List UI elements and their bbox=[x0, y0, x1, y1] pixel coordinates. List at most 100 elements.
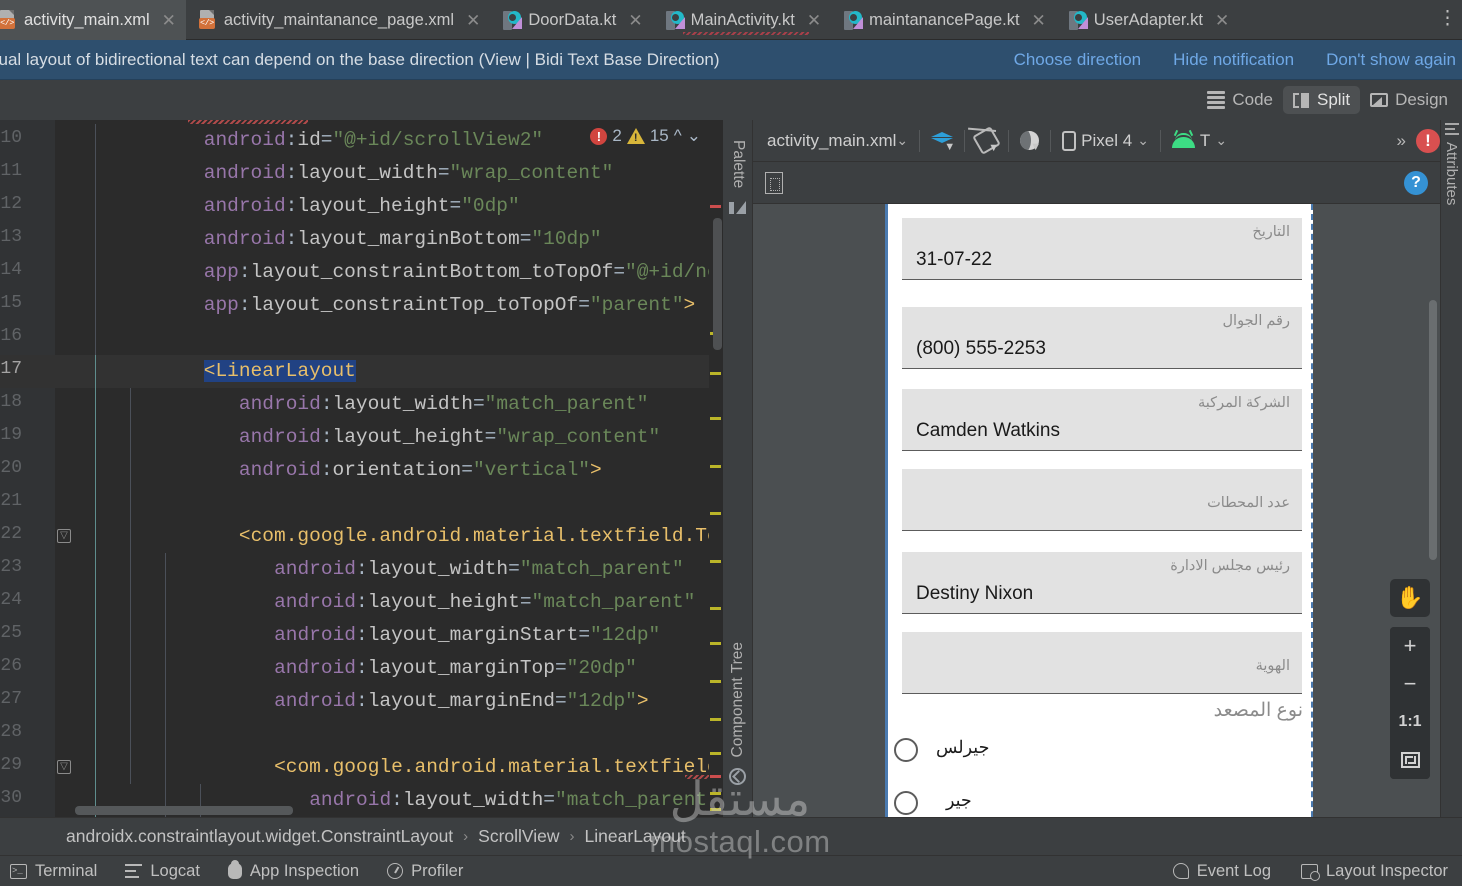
zoom-out-button[interactable]: − bbox=[1390, 665, 1430, 703]
inspection-widget[interactable]: ! 2 15 ^ ⌄ bbox=[590, 126, 701, 146]
editor-horizontal-scrollbar[interactable] bbox=[75, 806, 293, 815]
line-number[interactable]: 26 bbox=[0, 656, 22, 676]
close-icon[interactable]: ✕ bbox=[162, 12, 176, 29]
prev-problem-icon[interactable]: ^ bbox=[674, 126, 682, 146]
editor-marker[interactable] bbox=[710, 607, 721, 610]
locale-selector[interactable]: T ⌄ bbox=[1171, 129, 1227, 151]
editor-marker[interactable] bbox=[710, 808, 721, 811]
statusbar-item-event-log[interactable]: Event Log bbox=[1172, 862, 1271, 881]
line-number[interactable]: 12 bbox=[0, 194, 22, 214]
line-number[interactable]: 19 bbox=[0, 425, 22, 445]
tab-overflow-menu-icon[interactable]: ⋮ bbox=[1438, 9, 1457, 29]
editor-tab-useradapter-kt[interactable]: UserAdapter.kt ✕ bbox=[1056, 0, 1239, 40]
line-number[interactable]: 24 bbox=[0, 590, 22, 610]
code-line[interactable]: <com.google.android.material.textfield bbox=[274, 751, 719, 784]
code-line[interactable]: android:layout_marginStart="12dp" bbox=[274, 619, 660, 652]
statusbar-item-terminal[interactable]: >_ Terminal bbox=[10, 862, 97, 881]
code-line[interactable]: android:orientation="vertical"> bbox=[239, 454, 602, 487]
breadcrumb-item[interactable]: ScrollView bbox=[478, 826, 559, 847]
preview-text-field[interactable]: رئيس مجلس الادارة Destiny Nixon bbox=[902, 552, 1302, 614]
code-line[interactable]: android:layout_height="wrap_content" bbox=[239, 421, 660, 454]
line-number[interactable]: 11 bbox=[0, 161, 22, 181]
editor-marker[interactable] bbox=[710, 465, 721, 468]
editor-marker[interactable] bbox=[710, 417, 721, 420]
phone-preview-surface[interactable]: التاريخ 31-07-22 رقم الجوال (800) 555-2253 ا… bbox=[885, 204, 1313, 817]
editor-vertical-scrollbar[interactable] bbox=[713, 218, 722, 350]
xml-code-editor[interactable]: 10 11 12 13 14 15 16 17 18 19 20 21 22 23 24 25 26 27 28 29… bbox=[0, 120, 723, 817]
statusbar-item-logcat[interactable]: Logcat bbox=[125, 862, 200, 881]
editor-marker[interactable] bbox=[710, 680, 721, 683]
help-question-icon[interactable]: ? bbox=[1404, 170, 1428, 195]
code-line[interactable]: <com.google.android.material.textfield.T… bbox=[239, 520, 723, 553]
editor-tab-mainactivity-kt[interactable]: MainActivity.kt ✕ bbox=[653, 0, 831, 40]
line-number[interactable]: 10 bbox=[0, 128, 22, 148]
preview-text-field[interactable]: الهوية bbox=[902, 632, 1302, 694]
editor-marker[interactable] bbox=[710, 642, 721, 645]
device-selector[interactable]: Pixel 4 ⌄ bbox=[1062, 130, 1149, 151]
design-canvas[interactable]: التاريخ 31-07-22 رقم الجوال (800) 555-2253 ا… bbox=[753, 204, 1440, 817]
code-line[interactable]: android:layout_width="match_parent" bbox=[239, 388, 649, 421]
preview-radio-option[interactable]: جيرلس bbox=[888, 734, 1311, 776]
line-number[interactable]: 16 bbox=[0, 326, 22, 346]
notification-action-choose-direction[interactable]: Choose direction bbox=[1014, 50, 1142, 70]
statusbar-item-app-inspection[interactable]: App Inspection bbox=[227, 860, 359, 881]
preview-text-field[interactable]: الشركة المركبة Camden Watkins bbox=[902, 389, 1302, 451]
close-icon[interactable]: ✕ bbox=[466, 12, 480, 29]
view-constraints-icon[interactable] bbox=[765, 171, 783, 194]
code-line[interactable]: <LinearLayout bbox=[203, 355, 356, 388]
code-line[interactable]: android:layout_marginBottom="10dp" bbox=[204, 223, 602, 256]
line-number[interactable]: 25 bbox=[0, 623, 22, 643]
line-number[interactable]: 21 bbox=[0, 491, 22, 511]
close-icon[interactable]: ✕ bbox=[1032, 12, 1046, 29]
editor-mode-code[interactable]: Code bbox=[1197, 86, 1283, 114]
code-line[interactable]: android:layout_width="match_parent bbox=[309, 784, 707, 817]
line-number[interactable]: 23 bbox=[0, 557, 22, 577]
notification-action-don-t-show-again[interactable]: Don't show again bbox=[1326, 50, 1456, 70]
editor-marker[interactable] bbox=[710, 205, 721, 208]
close-icon[interactable]: ✕ bbox=[1215, 12, 1229, 29]
line-number[interactable]: 14 bbox=[0, 260, 22, 280]
toolbar-overflow-icon[interactable]: » bbox=[1397, 131, 1416, 151]
design-issues-icon[interactable]: ! bbox=[1416, 128, 1440, 153]
line-number[interactable]: 30 bbox=[0, 788, 22, 808]
editor-marker[interactable] bbox=[710, 372, 721, 375]
preview-text-field[interactable]: التاريخ 31-07-22 bbox=[902, 218, 1302, 280]
editor-mode-design[interactable]: Design bbox=[1360, 86, 1458, 114]
notification-action-hide-notification[interactable]: Hide notification bbox=[1173, 50, 1294, 70]
code-line[interactable]: android:layout_height="match_parent" bbox=[274, 586, 695, 619]
line-number[interactable]: 17 bbox=[0, 359, 22, 379]
editor-marker[interactable] bbox=[710, 512, 721, 515]
orientation-button[interactable]: ▼ bbox=[972, 126, 1001, 155]
pan-tool-button[interactable]: ✋ bbox=[1390, 579, 1430, 617]
zoom-actual-button[interactable]: 1:1 bbox=[1390, 703, 1430, 741]
editor-marker[interactable] bbox=[710, 718, 721, 721]
editor-tab-activity-maintanance-page-xml[interactable]: </> activity_maintanance_page.xml ✕ bbox=[186, 0, 490, 40]
breadcrumb-item[interactable]: LinearLayout bbox=[585, 826, 686, 847]
theme-button[interactable]: ▼ bbox=[1020, 131, 1041, 153]
zoom-fit-button[interactable] bbox=[1390, 741, 1430, 779]
preview-text-field[interactable]: عدد المحطات bbox=[902, 469, 1302, 531]
line-number[interactable]: 27 bbox=[0, 689, 22, 709]
close-icon[interactable]: ✕ bbox=[628, 12, 642, 29]
editor-marker[interactable] bbox=[710, 752, 721, 755]
line-number[interactable]: 28 bbox=[0, 722, 22, 742]
code-line[interactable]: android:id="@+id/scrollView2" bbox=[204, 124, 543, 157]
statusbar-item-profiler[interactable]: Profiler bbox=[387, 862, 463, 881]
code-line[interactable]: android:layout_marginEnd="12dp"> bbox=[274, 685, 648, 718]
sidebar-item-attributes[interactable]: Attributes bbox=[1443, 142, 1460, 205]
file-chevron-down-icon[interactable]: ⌄ bbox=[896, 132, 908, 149]
zoom-in-button[interactable]: + bbox=[1390, 627, 1430, 665]
line-number[interactable]: 29 bbox=[0, 755, 22, 775]
editor-marker[interactable] bbox=[710, 560, 721, 563]
line-number[interactable]: 22 bbox=[0, 524, 22, 544]
code-line[interactable]: app:layout_constraintTop_toTopOf="parent… bbox=[204, 289, 696, 322]
line-number[interactable]: 15 bbox=[0, 293, 22, 313]
sidebar-item-palette[interactable]: Palette bbox=[729, 140, 747, 188]
editor-marker[interactable] bbox=[710, 792, 721, 795]
code-line[interactable]: app:layout_constraintBottom_toTopOf="@+i… bbox=[204, 256, 723, 289]
next-problem-icon[interactable]: ⌄ bbox=[687, 126, 701, 146]
editor-code-area[interactable]: android:id="@+id/scrollView2" android:lay… bbox=[55, 120, 723, 817]
code-line[interactable]: android:layout_marginTop="20dp" bbox=[274, 652, 637, 685]
preview-radio-option[interactable]: جير bbox=[888, 787, 1311, 817]
line-number[interactable]: 13 bbox=[0, 227, 22, 247]
